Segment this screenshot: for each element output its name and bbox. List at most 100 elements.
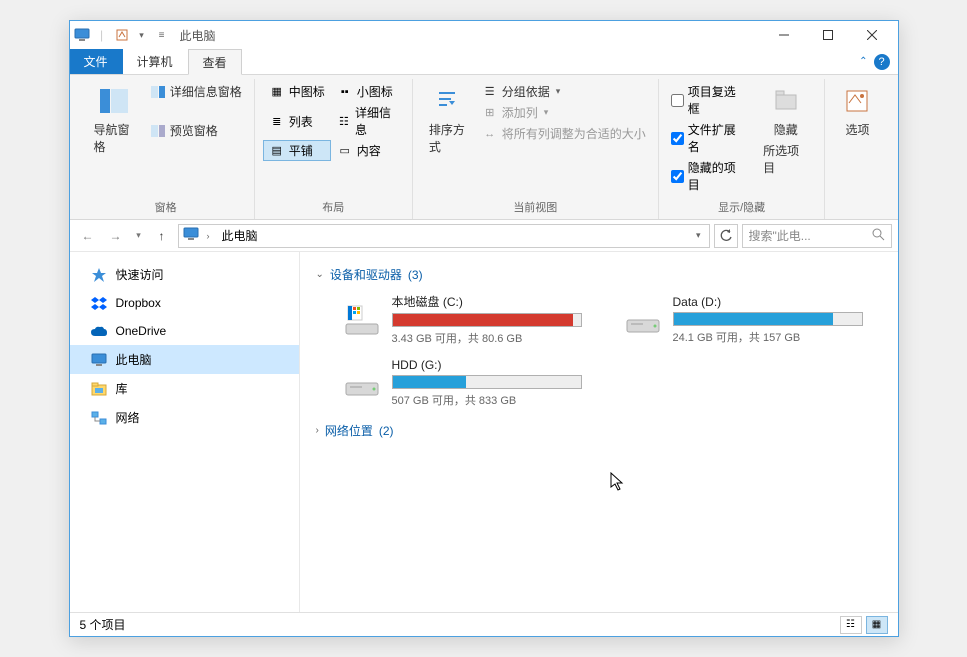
drive-status: 3.43 GB 可用，共 80.6 GB xyxy=(392,330,599,346)
content-area[interactable]: ⌄ 设备和驱动器 (3) 本地磁盘 (C:)3.43 GB 可用，共 80.6 … xyxy=(300,252,898,612)
recent-dropdown[interactable]: ▾ xyxy=(132,224,146,248)
group-devices-header[interactable]: ⌄ 设备和驱动器 (3) xyxy=(316,266,882,283)
ribbon-tabbar: 文件 计算机 查看 ⌃ ? xyxy=(70,49,898,75)
details-pane-icon xyxy=(150,85,166,99)
options-icon xyxy=(841,85,873,117)
dropbox-icon xyxy=(90,295,108,311)
add-columns-button[interactable]: ⊞添加列▾ xyxy=(478,102,650,123)
drive-status: 507 GB 可用，共 833 GB xyxy=(392,392,599,408)
layout-medium-icons[interactable]: ▦中图标 xyxy=(263,81,331,102)
sort-icon xyxy=(431,85,463,117)
drive-item[interactable]: Data (D:) 24.1 GB 可用，共 157 GB xyxy=(621,291,882,348)
qat-divider: | xyxy=(94,28,110,42)
chevron-down-icon: ⌄ xyxy=(316,269,324,280)
refresh-button[interactable] xyxy=(714,224,738,248)
preview-pane-button[interactable]: 预览窗格 xyxy=(146,120,246,141)
tab-file[interactable]: 文件 xyxy=(70,49,123,74)
this-pc-icon xyxy=(90,352,108,368)
sidebar-item-onedrive[interactable]: OneDrive xyxy=(70,317,299,345)
drive-usage-bar xyxy=(392,375,582,389)
medium-icons-icon: ▦ xyxy=(269,85,285,99)
tiles-view-button[interactable]: ▦ xyxy=(866,616,888,634)
group-network-header[interactable]: › 网络位置 (2) xyxy=(316,422,882,439)
autosize-columns-button[interactable]: ↔将所有列调整为合适的大小 xyxy=(478,123,650,144)
ribbon-group-label-panes: 窗格 xyxy=(86,197,246,217)
maximize-button[interactable] xyxy=(806,21,850,49)
qat-overflow-icon[interactable]: ≡ xyxy=(154,28,170,42)
group-by-icon: ☰ xyxy=(482,85,498,99)
addressbar-icon xyxy=(183,227,199,244)
ribbon-group-label-current-view: 当前视图 xyxy=(421,197,650,217)
quick-access-icon xyxy=(90,267,108,283)
search-input[interactable]: 搜索"此电... xyxy=(742,224,892,248)
addressbar-chevron-icon[interactable]: › xyxy=(203,229,214,243)
sidebar-item-libraries[interactable]: 库 xyxy=(70,374,299,403)
small-icons-icon: ▪▪ xyxy=(337,85,353,99)
back-button[interactable]: ← xyxy=(76,224,100,248)
details-icon: ☷ xyxy=(337,114,351,128)
sidebar-item-quick-access[interactable]: 快速访问 xyxy=(70,260,299,289)
drive-usage-bar xyxy=(392,313,582,327)
sidebar-item-dropbox[interactable]: Dropbox xyxy=(70,289,299,317)
details-pane-button[interactable]: 详细信息窗格 xyxy=(146,81,246,102)
properties-icon[interactable] xyxy=(114,28,130,42)
list-icon: ≣ xyxy=(269,114,285,128)
qat: | ▾ ≡ 此电脑 xyxy=(74,27,216,44)
explorer-window: | ▾ ≡ 此电脑 文件 计算机 查看 ⌃ ? xyxy=(69,20,899,637)
ribbon-group-panes: 导航窗格 详细信息窗格 预览窗格 窗格 xyxy=(78,79,255,219)
ribbon-group-label-layout: 布局 xyxy=(263,197,404,217)
drive-icon xyxy=(623,302,663,338)
forward-button[interactable]: → xyxy=(104,224,128,248)
drive-name: Data (D:) xyxy=(673,295,880,309)
cursor-icon xyxy=(610,472,626,492)
sidebar-item-this-pc[interactable]: 此电脑 xyxy=(70,345,299,374)
up-button[interactable]: ↑ xyxy=(150,224,174,248)
preview-pane-icon xyxy=(150,124,166,138)
drive-icon xyxy=(342,302,382,338)
help-icon[interactable]: ? xyxy=(874,54,890,70)
drive-item[interactable]: HDD (G:) 507 GB 可用，共 833 GB xyxy=(340,356,601,410)
tab-computer[interactable]: 计算机 xyxy=(123,49,188,74)
minimize-button[interactable] xyxy=(762,21,806,49)
layout-small-icons[interactable]: ▪▪小图标 xyxy=(331,81,404,102)
addressbar[interactable]: › 此电脑 ▾ xyxy=(178,224,710,248)
add-columns-icon: ⊞ xyxy=(482,106,498,120)
layout-tiles[interactable]: ▤平铺 xyxy=(263,140,331,161)
nav-pane-button[interactable]: 导航窗格 xyxy=(86,81,142,159)
addressbar-dropdown-icon[interactable]: ▾ xyxy=(692,226,705,245)
autosize-icon: ↔ xyxy=(482,127,498,141)
nav-pane-icon xyxy=(98,85,130,117)
ribbon-group-show-hide: 项目复选框 文件扩展名 隐藏的项目 隐藏 所选项目 显示/隐藏 xyxy=(659,79,826,219)
window-title: 此电脑 xyxy=(180,27,216,44)
ribbon-group-current-view: 排序方式 ☰分组依据▾ ⊞添加列▾ ↔将所有列调整为合适的大小 当前视图 xyxy=(413,79,659,219)
ribbon-group-options: 选项 xyxy=(825,79,889,219)
addressbar-segment[interactable]: 此电脑 xyxy=(218,225,262,246)
file-ext-toggle[interactable]: 文件扩展名 xyxy=(667,119,747,157)
layout-details[interactable]: ☷详细信息 xyxy=(331,102,404,140)
drive-item[interactable]: 本地磁盘 (C:)3.43 GB 可用，共 80.6 GB xyxy=(340,291,601,348)
drive-status: 24.1 GB 可用，共 157 GB xyxy=(673,329,880,345)
window-controls xyxy=(762,21,894,49)
ribbon-group-label-show-hide: 显示/隐藏 xyxy=(667,197,817,217)
sidebar: 快速访问 Dropbox OneDrive 此电脑 库 网络 xyxy=(70,252,300,612)
hidden-items-toggle[interactable]: 隐藏的项目 xyxy=(667,157,747,195)
search-icon xyxy=(871,227,885,244)
ribbon-collapse-icon[interactable]: ⌃ xyxy=(859,56,867,67)
options-button[interactable]: 选项 xyxy=(833,81,881,142)
details-view-button[interactable]: ☷ xyxy=(840,616,862,634)
tab-view[interactable]: 查看 xyxy=(188,49,242,75)
layout-content[interactable]: ▭内容 xyxy=(331,140,404,161)
layout-list[interactable]: ≣列表 xyxy=(263,102,331,140)
sort-by-button[interactable]: 排序方式 xyxy=(421,81,474,195)
item-checkboxes-toggle[interactable]: 项目复选框 xyxy=(667,81,747,119)
qat-dropdown-icon[interactable]: ▾ xyxy=(134,28,150,42)
body: 快速访问 Dropbox OneDrive 此电脑 库 网络 xyxy=(70,252,898,612)
drive-name: HDD (G:) xyxy=(392,358,599,372)
drives-list: 本地磁盘 (C:)3.43 GB 可用，共 80.6 GB Data (D:) 24… xyxy=(340,291,882,410)
tiles-icon: ▤ xyxy=(269,144,285,158)
group-by-button[interactable]: ☰分组依据▾ xyxy=(478,81,650,102)
drive-usage-bar xyxy=(673,312,863,326)
sidebar-item-network[interactable]: 网络 xyxy=(70,403,299,432)
hide-selected-button[interactable]: 隐藏 所选项目 xyxy=(755,81,816,180)
close-button[interactable] xyxy=(850,21,894,49)
